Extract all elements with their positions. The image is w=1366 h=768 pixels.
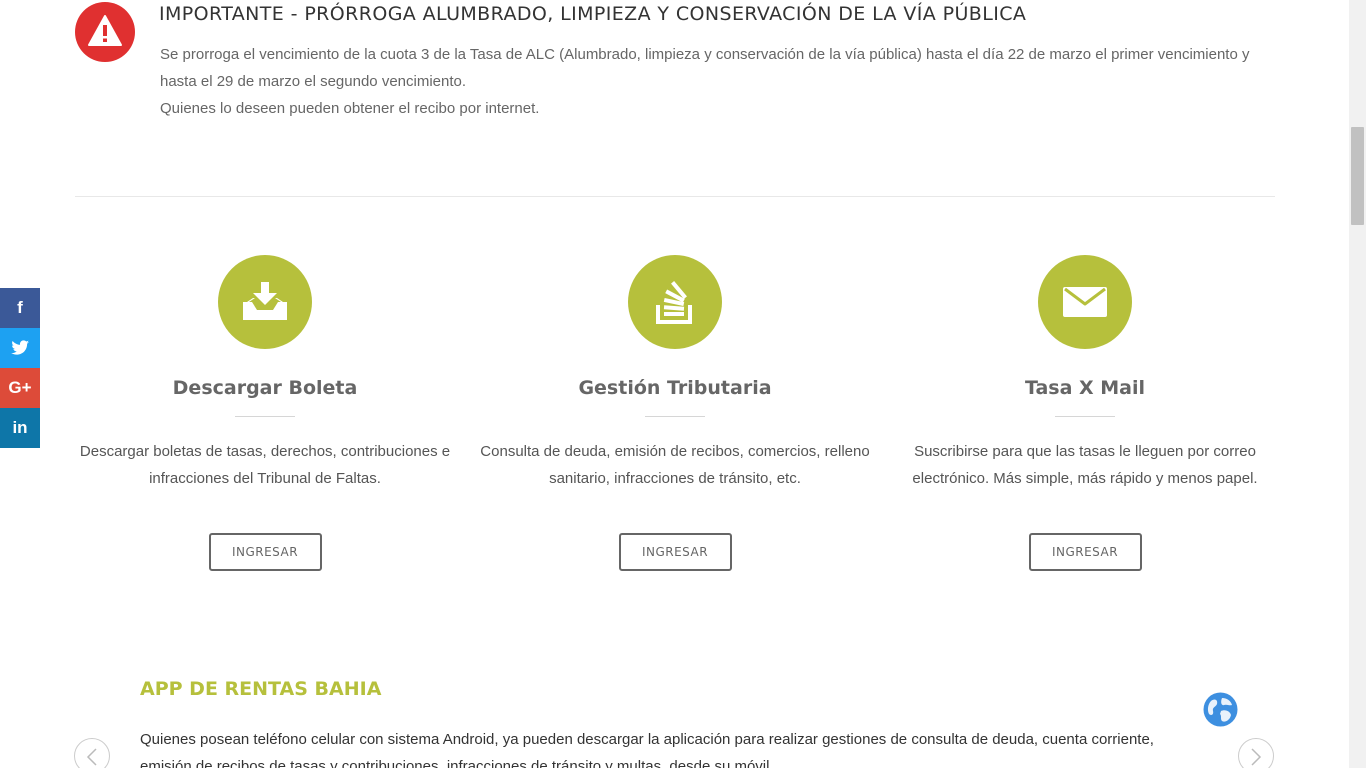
title-underline <box>235 416 295 417</box>
document-stack-icon[interactable] <box>628 255 722 349</box>
alert-body: Se prorroga el vencimiento de la cuota 3… <box>160 41 1280 122</box>
card-description: Descargar boletas de tasas, derechos, co… <box>79 443 451 487</box>
google-plus-share-button[interactable]: G+ <box>0 368 40 408</box>
twitter-icon <box>0 328 40 368</box>
card-description: Suscribirse para que las tasas le llegue… <box>912 443 1258 487</box>
card-title: Gestión Tributaria <box>578 377 772 399</box>
social-share-bar: f G+ in <box>0 288 40 448</box>
download-inbox-icon[interactable] <box>218 255 312 349</box>
service-card-gestion-tributaria: Gestión Tributaria Consulta de deuda, em… <box>480 255 870 571</box>
facebook-share-button[interactable]: f <box>0 288 40 328</box>
facebook-icon: f <box>17 298 23 317</box>
service-card-tasa-x-mail: Tasa X Mail Suscribirse para que las tas… <box>890 255 1280 571</box>
carousel-prev-button[interactable] <box>74 738 110 768</box>
ingresar-tasa-x-mail-button[interactable]: INGRESAR <box>1028 533 1142 571</box>
title-underline <box>645 416 705 417</box>
ingresar-gestion-tributaria-button[interactable]: INGRESAR <box>618 533 732 571</box>
chevron-left-icon <box>86 748 97 766</box>
title-underline <box>1055 416 1115 417</box>
card-title: Tasa X Mail <box>1024 377 1146 399</box>
alert-text: Se prorroga el vencimiento de la cuota 3… <box>160 46 1250 90</box>
section-divider <box>75 196 1275 197</box>
ingresar-descargar-boleta-button[interactable]: INGRESAR <box>208 533 322 571</box>
chevron-right-icon <box>1251 748 1262 766</box>
twitter-share-button[interactable] <box>0 328 40 368</box>
app-section-title: APP DE RENTAS BAHIA <box>140 678 382 700</box>
page-scrollbar[interactable] <box>1349 0 1366 768</box>
globe-icon[interactable] <box>1203 692 1238 727</box>
page: IMPORTANTE - PRÓRROGA ALUMBRADO, LIMPIEZ… <box>0 0 1366 768</box>
app-section-body: Quienes posean teléfono celular con sist… <box>140 731 1154 768</box>
alert-title: IMPORTANTE - PRÓRROGA ALUMBRADO, LIMPIEZ… <box>159 3 1027 25</box>
envelope-icon[interactable] <box>1038 255 1132 349</box>
google-plus-icon: G+ <box>8 378 32 397</box>
card-title: Descargar Boleta <box>172 377 358 399</box>
linkedin-share-button[interactable]: in <box>0 408 40 448</box>
service-card-descargar-boleta: Descargar Boleta Descargar boletas de ta… <box>70 255 460 571</box>
alert-note: Quienes lo deseen pueden obtener el reci… <box>160 100 540 117</box>
scrollbar-thumb[interactable] <box>1351 127 1364 225</box>
warning-icon <box>75 2 135 62</box>
linkedin-icon: in <box>12 418 28 437</box>
carousel-next-button[interactable] <box>1238 738 1274 768</box>
card-description: Consulta de deuda, emisión de recibos, c… <box>480 443 870 487</box>
